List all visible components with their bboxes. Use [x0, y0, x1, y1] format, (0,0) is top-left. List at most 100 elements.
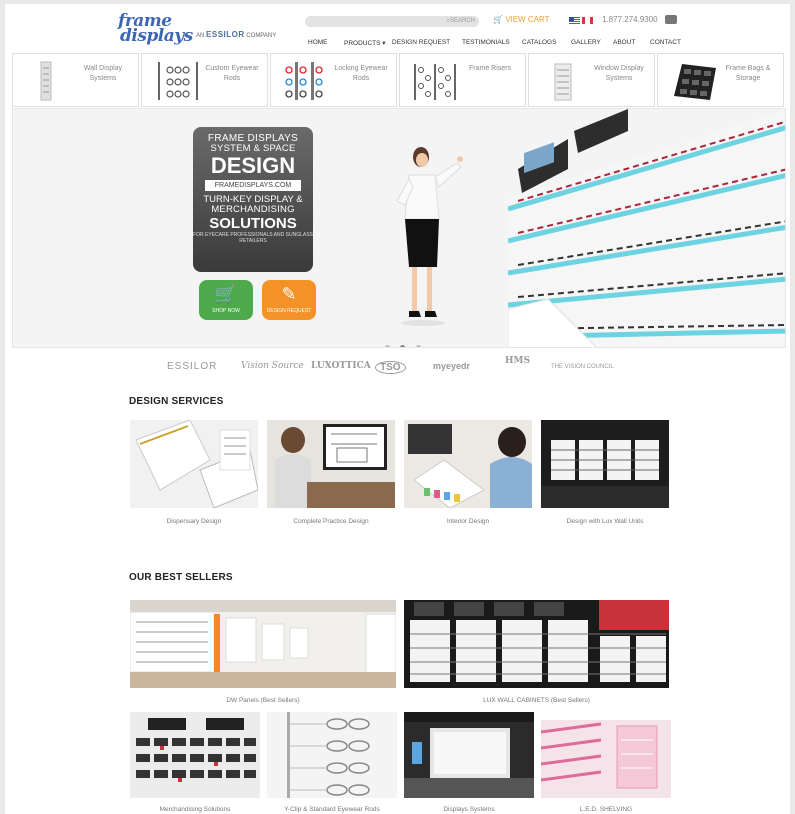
main-nav: HOME PRODUCTS ▾ DESIGN REQUEST TESTIMONI…: [304, 39, 684, 51]
tile-caption: Dispensary Design: [166, 518, 222, 525]
search-button-label: SEARCH: [449, 18, 475, 24]
dw-panels-image: [130, 600, 396, 688]
nav-about[interactable]: ABOUT: [613, 39, 635, 46]
category-frame-bags[interactable]: Frame Bags & Storage: [657, 53, 784, 107]
category-label: Locking Eyewear Rods: [334, 65, 388, 82]
nav-products[interactable]: PRODUCTS ▾: [344, 39, 386, 47]
category-label: Custom Eyewear Rods: [205, 65, 259, 82]
shopping-cart-icon: 🛒: [214, 284, 238, 304]
nav-testimonials[interactable]: TESTIMONIALS: [462, 39, 510, 46]
partner-logos: ESSILOR Vision Source LUXOTTICA TSO myey…: [167, 354, 647, 384]
cart-label: VIEW CART: [505, 15, 550, 24]
design-service-tile[interactable]: Design with Lux Wall Units: [541, 420, 669, 528]
phone-number[interactable]: 1.877.274.9300: [602, 15, 658, 24]
category-bar: Wall Display Systems Custom Eyewear Rods: [12, 53, 786, 107]
nav-home[interactable]: HOME: [308, 39, 328, 46]
hero-banner[interactable]: FRAME DISPLAYS SYSTEM & SPACE DESIGN FRA…: [12, 108, 786, 348]
lux-wall-units-image: [541, 420, 669, 508]
hero-line-7: FOR EYECARE PROFESSIONALS AND SUNGLASS R…: [193, 232, 313, 244]
carousel-dot-2[interactable]: [400, 345, 406, 347]
page: frame displays AN ESSILOR COMPANY ⌕SEARC…: [5, 4, 790, 814]
design-service-tile[interactable]: Interior Design: [404, 420, 532, 528]
search-button[interactable]: ⌕SEARCH: [447, 16, 475, 27]
hero-line-6: SOLUTIONS: [209, 215, 297, 232]
partner-logo[interactable]: THE VISION COUNCIL: [551, 364, 614, 370]
cart-icon: 🛒: [493, 15, 503, 24]
hero-line-3: DESIGN: [210, 153, 296, 178]
logo-sub-brand: ESSILOR: [206, 30, 245, 39]
nav-design-request[interactable]: DESIGN REQUEST: [392, 39, 450, 46]
eyewear-rods-image: [267, 712, 397, 798]
carousel-dot-3[interactable]: [415, 345, 421, 347]
best-sellers-title: OUR BEST SELLERS: [129, 572, 233, 583]
best-seller-tile[interactable]: Merchandising Solutions: [130, 712, 260, 814]
frame-bags-icon: [674, 64, 716, 100]
locking-rods-icon: [285, 62, 323, 100]
nav-catalogs[interactable]: CATALOGS: [522, 39, 556, 46]
tile-caption: Displays Systems: [443, 806, 495, 813]
partner-logo[interactable]: TSO: [375, 361, 406, 374]
logo-sub-suffix: COMPANY: [246, 33, 277, 39]
carousel-dot-1[interactable]: [385, 345, 390, 347]
category-custom-rods[interactable]: Custom Eyewear Rods: [141, 53, 268, 107]
email-icon[interactable]: [665, 15, 677, 24]
nav-contact[interactable]: CONTACT: [650, 39, 681, 46]
design-services-title: DESIGN SERVICES: [129, 396, 224, 407]
dispensary-design-image: [130, 420, 258, 508]
best-seller-tile[interactable]: DW Panels (Best Sellers): [130, 600, 396, 708]
partner-logo[interactable]: HMS: [505, 356, 530, 366]
category-label: Wall Display Systems: [83, 65, 123, 82]
partner-logo[interactable]: ESSILOR: [167, 361, 217, 372]
lux-wall-cabinets-image: [404, 600, 669, 688]
tile-caption: Complete Practice Design: [293, 518, 369, 525]
shop-now-button[interactable]: 🛒 SHOP NOW: [199, 280, 253, 320]
hero-promo-panel: FRAME DISPLAYS SYSTEM & SPACE DESIGN FRA…: [193, 127, 313, 272]
design-request-button[interactable]: ✎ DESIGN REQUEST: [262, 280, 316, 320]
category-window-display[interactable]: Window Display Systems: [528, 53, 655, 107]
category-label: Frame Bags & Storage: [725, 65, 771, 82]
tile-caption: L.E.D. SHELVING: [579, 806, 633, 813]
carousel-dots: [385, 337, 427, 347]
best-seller-tile[interactable]: Y-Clip & Standard Eyewear Rods: [267, 712, 397, 814]
tile-caption: Merchandising Solutions: [159, 806, 231, 813]
category-locking-rods[interactable]: Locking Eyewear Rods: [270, 53, 397, 107]
hero-display-wall-image: [508, 109, 785, 347]
complete-practice-design-image: [267, 420, 395, 508]
led-shelving-image: [541, 712, 671, 798]
category-wall-display[interactable]: Wall Display Systems: [12, 53, 139, 107]
design-request-icon: ✎: [281, 284, 297, 304]
hero-model-image: [396, 147, 463, 326]
us-flag-icon[interactable]: [569, 17, 580, 24]
tile-caption: Y-Clip & Standard Eyewear Rods: [284, 806, 380, 813]
partner-logo[interactable]: Vision Source: [241, 361, 304, 371]
best-seller-tile[interactable]: LUX WALL CABINETS (Best Sellers): [404, 600, 669, 708]
merchandising-solutions-image: [130, 712, 260, 798]
canada-flag-icon[interactable]: [582, 17, 593, 24]
design-service-tile[interactable]: Complete Practice Design: [267, 420, 395, 528]
wall-display-icon: [40, 61, 52, 101]
window-display-icon: [554, 63, 572, 101]
language-flags: [569, 16, 595, 25]
hero-site: FRAMEDISPLAYS.COM: [205, 180, 301, 191]
view-cart-link[interactable]: 🛒 VIEW CART: [493, 15, 550, 24]
site-logo[interactable]: frame displays AN ESSILOR COMPANY: [118, 13, 318, 46]
display-systems-image: [404, 712, 534, 798]
category-label: Frame Risers: [468, 65, 511, 72]
logo-subtitle: AN ESSILOR COMPANY: [196, 30, 276, 39]
tile-caption: Interior Design: [446, 518, 490, 525]
category-frame-risers[interactable]: Frame Risers: [399, 53, 526, 107]
nav-gallery[interactable]: GALLERY: [571, 39, 601, 46]
hero-line-5: MERCHANDISING: [211, 204, 295, 215]
search-input[interactable]: ⌕SEARCH: [305, 16, 479, 27]
best-seller-tile[interactable]: L.E.D. SHELVING: [541, 712, 671, 814]
logo-sub-prefix: AN: [196, 33, 205, 39]
tile-caption: Design with Lux Wall Units: [566, 518, 644, 525]
best-seller-tile[interactable]: Displays Systems: [404, 712, 534, 814]
shop-now-label: SHOP NOW: [212, 308, 240, 314]
frame-risers-icon: [414, 64, 456, 100]
design-service-tile[interactable]: Dispensary Design: [130, 420, 258, 528]
partner-logo[interactable]: LUXOTTICA: [311, 361, 371, 371]
tile-caption: LUX WALL CABINETS (Best Sellers): [483, 697, 590, 704]
eyewear-rods-icon: [158, 62, 198, 100]
partner-logo[interactable]: myeyedr: [433, 361, 470, 371]
